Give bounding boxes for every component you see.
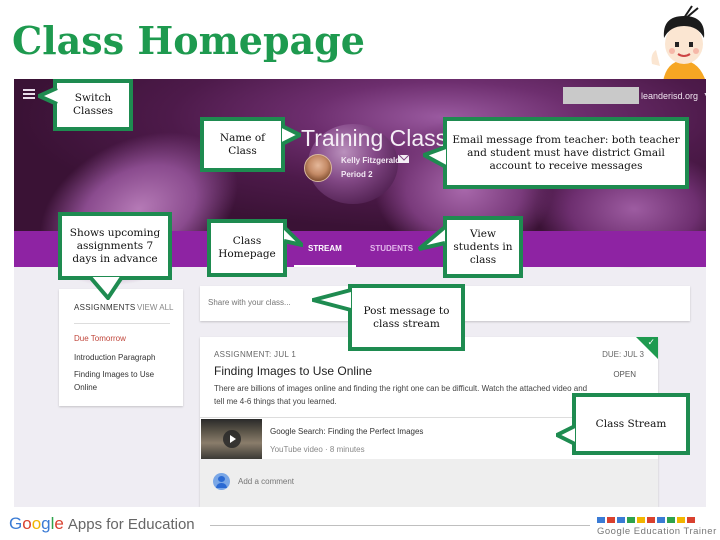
post-due-date: DUE: JUL 3	[602, 350, 644, 359]
active-tab-indicator	[294, 265, 356, 267]
callout-name-of-class: Name of Class	[200, 117, 285, 172]
color-square	[657, 517, 665, 523]
account-switcher[interactable]: leanderisd.org ▼	[563, 87, 706, 104]
upcoming-assignments-card: ASSIGNMENTS VIEW ALL Due Tomorrow Introd…	[59, 289, 183, 406]
callout-upcoming-assignments: Shows upcoming assignments 7 days in adv…	[58, 212, 172, 280]
color-squares	[597, 517, 695, 523]
assignment-link[interactable]: Finding Images to Use Online	[74, 368, 174, 394]
redacted-email	[563, 87, 639, 104]
callout-email-message: Email message from teacher: both teacher…	[443, 117, 689, 189]
teacher-name: Kelly Fitzgerald	[341, 156, 401, 165]
post-title[interactable]: Finding Images to Use Online	[214, 364, 372, 378]
callout-pointer	[281, 124, 301, 146]
footer-divider	[210, 525, 590, 526]
open-button[interactable]: OPEN	[613, 370, 636, 379]
attachment-meta: YouTube video · 8 minutes	[270, 445, 365, 454]
trainer-badge-text: Google Education Trainer	[597, 526, 717, 537]
callout-post-message: Post message to class stream	[348, 284, 465, 351]
assignments-heading: ASSIGNMENTS	[74, 303, 136, 312]
post-date: ASSIGNMENT: JUL 1	[214, 350, 297, 359]
assignment-link[interactable]: Introduction Paragraph	[74, 351, 174, 364]
apps-for-education-text: Apps for Education	[67, 516, 195, 533]
user-avatar-icon	[213, 473, 230, 490]
tab-students[interactable]: STUDENTS	[370, 244, 413, 253]
color-square	[667, 517, 675, 523]
play-icon	[223, 430, 241, 448]
comment-bar	[200, 459, 658, 507]
menu-icon[interactable]	[23, 89, 35, 99]
logo-letter: g	[41, 514, 51, 533]
color-square	[607, 517, 615, 523]
cartoon-teacher-mascot	[651, 5, 706, 82]
teacher-avatar	[304, 154, 332, 182]
caret-down-icon: ▼	[703, 92, 706, 99]
logo-letter: o	[31, 514, 42, 533]
attachment-title: Google Search: Finding the Perfect Image…	[270, 427, 424, 436]
due-label: Due Tomorrow	[74, 334, 126, 343]
account-domain: leanderisd.org	[641, 90, 699, 101]
color-square	[677, 517, 685, 523]
google-apps-for-education-logo: Google Apps for Education	[9, 514, 195, 534]
class-section: Period 2	[341, 170, 373, 179]
callout-class-homepage: Class Homepage	[207, 219, 287, 277]
color-square	[637, 517, 645, 523]
post-body: There are billions of images online and …	[214, 384, 588, 406]
callout-pointer	[88, 276, 124, 300]
color-square	[617, 517, 625, 523]
callout-pointer	[312, 288, 352, 312]
color-square	[647, 517, 655, 523]
color-square	[627, 517, 635, 523]
color-square	[597, 517, 605, 523]
callout-pointer	[418, 225, 446, 251]
logo-letter: e	[54, 514, 64, 533]
logo-letter: G	[9, 514, 23, 533]
video-thumbnail	[201, 419, 262, 459]
callout-pointer	[283, 225, 303, 247]
callout-view-students: View students in class	[443, 216, 523, 278]
check-icon: ✓	[647, 337, 655, 347]
callout-pointer	[423, 145, 447, 169]
logo-letter: o	[22, 514, 32, 533]
callout-switch-classes: Switch Classes	[53, 79, 133, 131]
divider	[74, 323, 170, 324]
color-square	[687, 517, 695, 523]
callout-pointer	[556, 424, 576, 446]
tab-stream[interactable]: STREAM	[308, 244, 342, 253]
view-all-link[interactable]: VIEW ALL	[137, 303, 173, 312]
email-icon[interactable]	[398, 155, 409, 163]
callout-pointer	[38, 86, 58, 106]
comment-input[interactable]	[238, 477, 438, 486]
slide-title: Class Homepage	[12, 18, 365, 63]
callout-class-stream: Class Stream	[572, 393, 690, 455]
